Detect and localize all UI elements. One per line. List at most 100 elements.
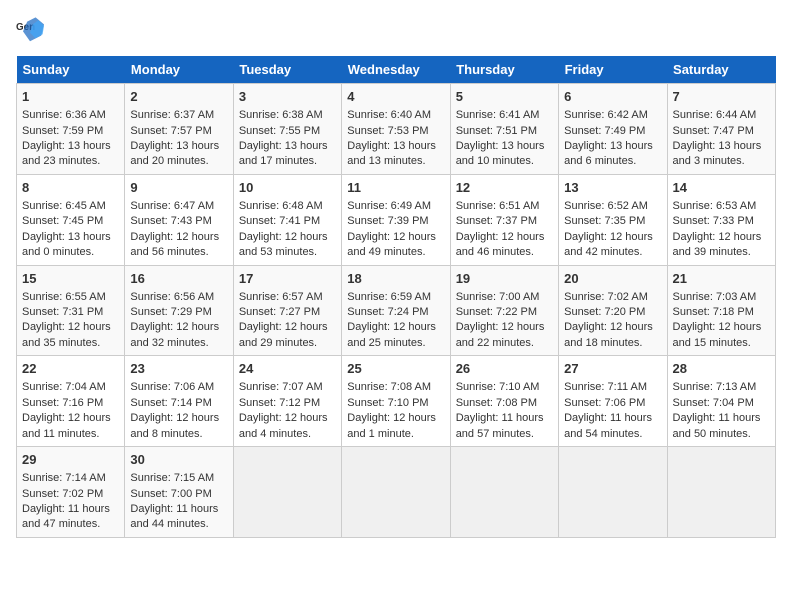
day-number: 3 [239,88,336,106]
day-info: and 17 minutes. [239,154,336,169]
day-info: Sunset: 7:45 PM [22,214,119,229]
calendar-week-4: 22Sunrise: 7:04 AMSunset: 7:16 PMDayligh… [17,356,776,447]
day-info: Sunrise: 7:06 AM [130,380,227,395]
day-info: and 18 minutes. [564,336,661,351]
calendar-day-3: 3Sunrise: 6:38 AMSunset: 7:55 PMDaylight… [233,84,341,175]
day-info: Daylight: 11 hours [673,411,770,426]
day-number: 2 [130,88,227,106]
calendar-day-25: 25Sunrise: 7:08 AMSunset: 7:10 PMDayligh… [342,356,450,447]
calendar-day-23: 23Sunrise: 7:06 AMSunset: 7:14 PMDayligh… [125,356,233,447]
day-number: 20 [564,270,661,288]
weekday-header-wednesday: Wednesday [342,56,450,84]
day-info: Daylight: 13 hours [130,139,227,154]
day-info: Daylight: 12 hours [347,320,444,335]
weekday-header-row: SundayMondayTuesdayWednesdayThursdayFrid… [17,56,776,84]
day-info: Sunrise: 6:47 AM [130,199,227,214]
day-info: and 56 minutes. [130,245,227,260]
calendar-day-17: 17Sunrise: 6:57 AMSunset: 7:27 PMDayligh… [233,265,341,356]
calendar-day-22: 22Sunrise: 7:04 AMSunset: 7:16 PMDayligh… [17,356,125,447]
day-info: Sunrise: 6:42 AM [564,108,661,123]
day-info: Sunset: 7:53 PM [347,124,444,139]
day-info: Sunrise: 6:51 AM [456,199,553,214]
day-info: and 10 minutes. [456,154,553,169]
calendar-day-6: 6Sunrise: 6:42 AMSunset: 7:49 PMDaylight… [559,84,667,175]
day-number: 8 [22,179,119,197]
day-info: Sunset: 7:04 PM [673,396,770,411]
day-info: Sunset: 7:49 PM [564,124,661,139]
day-info: and 32 minutes. [130,336,227,351]
day-info: Sunset: 7:18 PM [673,305,770,320]
day-number: 18 [347,270,444,288]
day-info: Sunrise: 7:11 AM [564,380,661,395]
weekday-header-sunday: Sunday [17,56,125,84]
day-info: Sunrise: 6:38 AM [239,108,336,123]
day-number: 7 [673,88,770,106]
day-info: Sunrise: 7:15 AM [130,471,227,486]
calendar-table: SundayMondayTuesdayWednesdayThursdayFrid… [16,56,776,538]
weekday-header-thursday: Thursday [450,56,558,84]
day-info: and 20 minutes. [130,154,227,169]
day-info: Daylight: 13 hours [673,139,770,154]
day-number: 19 [456,270,553,288]
day-number: 29 [22,451,119,469]
day-info: Sunrise: 6:36 AM [22,108,119,123]
day-info: Sunrise: 7:04 AM [22,380,119,395]
calendar-day-20: 20Sunrise: 7:02 AMSunset: 7:20 PMDayligh… [559,265,667,356]
weekday-header-tuesday: Tuesday [233,56,341,84]
weekday-header-monday: Monday [125,56,233,84]
day-info: Daylight: 12 hours [673,230,770,245]
day-info: Sunrise: 6:37 AM [130,108,227,123]
day-info: Sunset: 7:31 PM [22,305,119,320]
day-info: Daylight: 12 hours [130,230,227,245]
day-info: Daylight: 12 hours [130,411,227,426]
day-info: Sunset: 7:37 PM [456,214,553,229]
day-number: 27 [564,360,661,378]
day-info: Sunset: 7:27 PM [239,305,336,320]
day-info: Sunrise: 7:13 AM [673,380,770,395]
calendar-day-21: 21Sunrise: 7:03 AMSunset: 7:18 PMDayligh… [667,265,775,356]
day-number: 12 [456,179,553,197]
day-info: and 57 minutes. [456,427,553,442]
calendar-empty [667,447,775,538]
day-info: Daylight: 12 hours [456,230,553,245]
calendar-day-12: 12 Sunrise: 6:51 AMSunset: 7:37 PMDayligh… [450,174,558,265]
day-info: and 4 minutes. [239,427,336,442]
calendar-day-15: 15Sunrise: 6:55 AMSunset: 7:31 PMDayligh… [17,265,125,356]
calendar-day-11: 11Sunrise: 6:49 AMSunset: 7:39 PMDayligh… [342,174,450,265]
day-info: Sunset: 7:57 PM [130,124,227,139]
day-info: and 53 minutes. [239,245,336,260]
calendar-day-19: 19Sunrise: 7:00 AMSunset: 7:22 PMDayligh… [450,265,558,356]
day-info: and 13 minutes. [347,154,444,169]
page-header: Gen [16,16,776,44]
day-info: and 8 minutes. [130,427,227,442]
day-number: 11 [347,179,444,197]
day-number: 13 [564,179,661,197]
day-info: Daylight: 13 hours [22,139,119,154]
calendar-day-30: 30Sunrise: 7:15 AMSunset: 7:00 PMDayligh… [125,447,233,538]
day-number: 4 [347,88,444,106]
day-info: Sunset: 7:20 PM [564,305,661,320]
day-info: Sunrise: 6:55 AM [22,290,119,305]
day-info: Sunrise: 7:08 AM [347,380,444,395]
day-info: Sunrise: 6:56 AM [130,290,227,305]
day-number: 10 [239,179,336,197]
day-info: and 23 minutes. [22,154,119,169]
day-number: 26 [456,360,553,378]
calendar-empty [342,447,450,538]
calendar-day-14: 14Sunrise: 6:53 AMSunset: 7:33 PMDayligh… [667,174,775,265]
weekday-header-saturday: Saturday [667,56,775,84]
day-number: 28 [673,360,770,378]
day-info: and 44 minutes. [130,517,227,532]
day-info: Daylight: 12 hours [564,320,661,335]
day-info: Sunrise: 7:00 AM [456,290,553,305]
day-info: Sunrise: 6:57 AM [239,290,336,305]
day-info: Daylight: 11 hours [456,411,553,426]
day-info: Sunrise: 6:49 AM [347,199,444,214]
day-number: 5 [456,88,553,106]
calendar-week-3: 15Sunrise: 6:55 AMSunset: 7:31 PMDayligh… [17,265,776,356]
day-number: 24 [239,360,336,378]
calendar-day-29: 29Sunrise: 7:14 AMSunset: 7:02 PMDayligh… [17,447,125,538]
day-info: and 39 minutes. [673,245,770,260]
day-info: Sunrise: 6:44 AM [673,108,770,123]
day-info: Sunset: 7:22 PM [456,305,553,320]
